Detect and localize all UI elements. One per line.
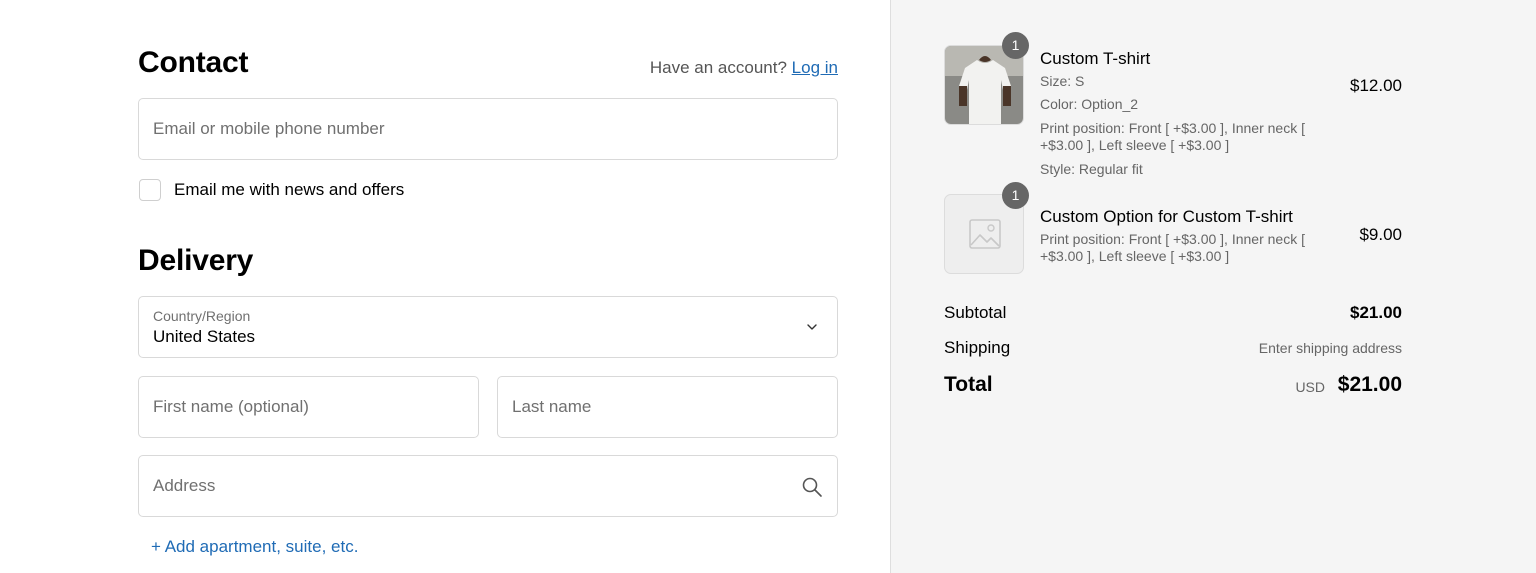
login-link[interactable]: Log in [792,58,838,77]
order-summary-panel: 1 Custom T-shirt Size: S Color: Option_2… [890,0,1536,573]
address-placeholder: Address [153,476,216,495]
item-1-quantity-badge: 1 [1002,32,1029,59]
address-field[interactable]: Address [138,455,838,517]
email-field[interactable]: Email or mobile phone number [138,98,838,160]
newsletter-checkbox[interactable] [139,179,161,201]
item-1-price: $12.00 [1350,76,1402,95]
search-icon[interactable] [801,476,823,498]
first-name-field[interactable]: First name (optional) [138,376,479,438]
email-placeholder: Email or mobile phone number [153,119,385,138]
item-1-color: Color: Option_2 [1040,96,1139,112]
total-currency: USD [1295,379,1325,395]
item-2-price: $9.00 [1359,225,1402,244]
account-prompt: Have an account? Log in [650,58,838,78]
subtotal-value: $21.00 [1350,303,1402,322]
total-label: Total [944,373,993,396]
last-name-field[interactable]: Last name [497,376,838,438]
item-2-name: Custom Option for Custom T-shirt [1040,207,1293,226]
country-select[interactable]: Country/Region United States [138,296,838,358]
shipping-value: Enter shipping address [1258,340,1402,356]
total-value: $21.00 [1337,373,1402,396]
item-2-print-position: Print position: Front [ +$3.00 ], Inner … [1040,231,1305,264]
newsletter-label[interactable]: Email me with news and offers [174,180,404,200]
subtotal-label: Subtotal [944,303,1007,322]
item-1-size: Size: S [1040,73,1085,89]
contact-heading: Contact [138,46,249,79]
delivery-heading: Delivery [138,244,254,277]
first-name-placeholder: First name (optional) [153,397,309,416]
item-2-quantity-badge: 1 [1002,182,1029,209]
shipping-label: Shipping [944,338,1011,357]
item-1-name: Custom T-shirt [1040,49,1151,68]
last-name-placeholder: Last name [512,397,592,416]
account-prompt-text: Have an account? [649,58,787,77]
country-value: United States [153,327,256,346]
add-apartment-link[interactable]: + Add apartment, suite, etc. [151,537,358,557]
chevron-down-icon [807,324,817,330]
country-label: Country/Region [153,308,251,324]
item-1-print-position: Print position: Front [ +$3.00 ], Inner … [1040,120,1305,153]
item-1-style: Style: Regular fit [1040,161,1143,177]
checkout-form-panel: Contact Have an account? Log in Email or… [0,0,890,573]
